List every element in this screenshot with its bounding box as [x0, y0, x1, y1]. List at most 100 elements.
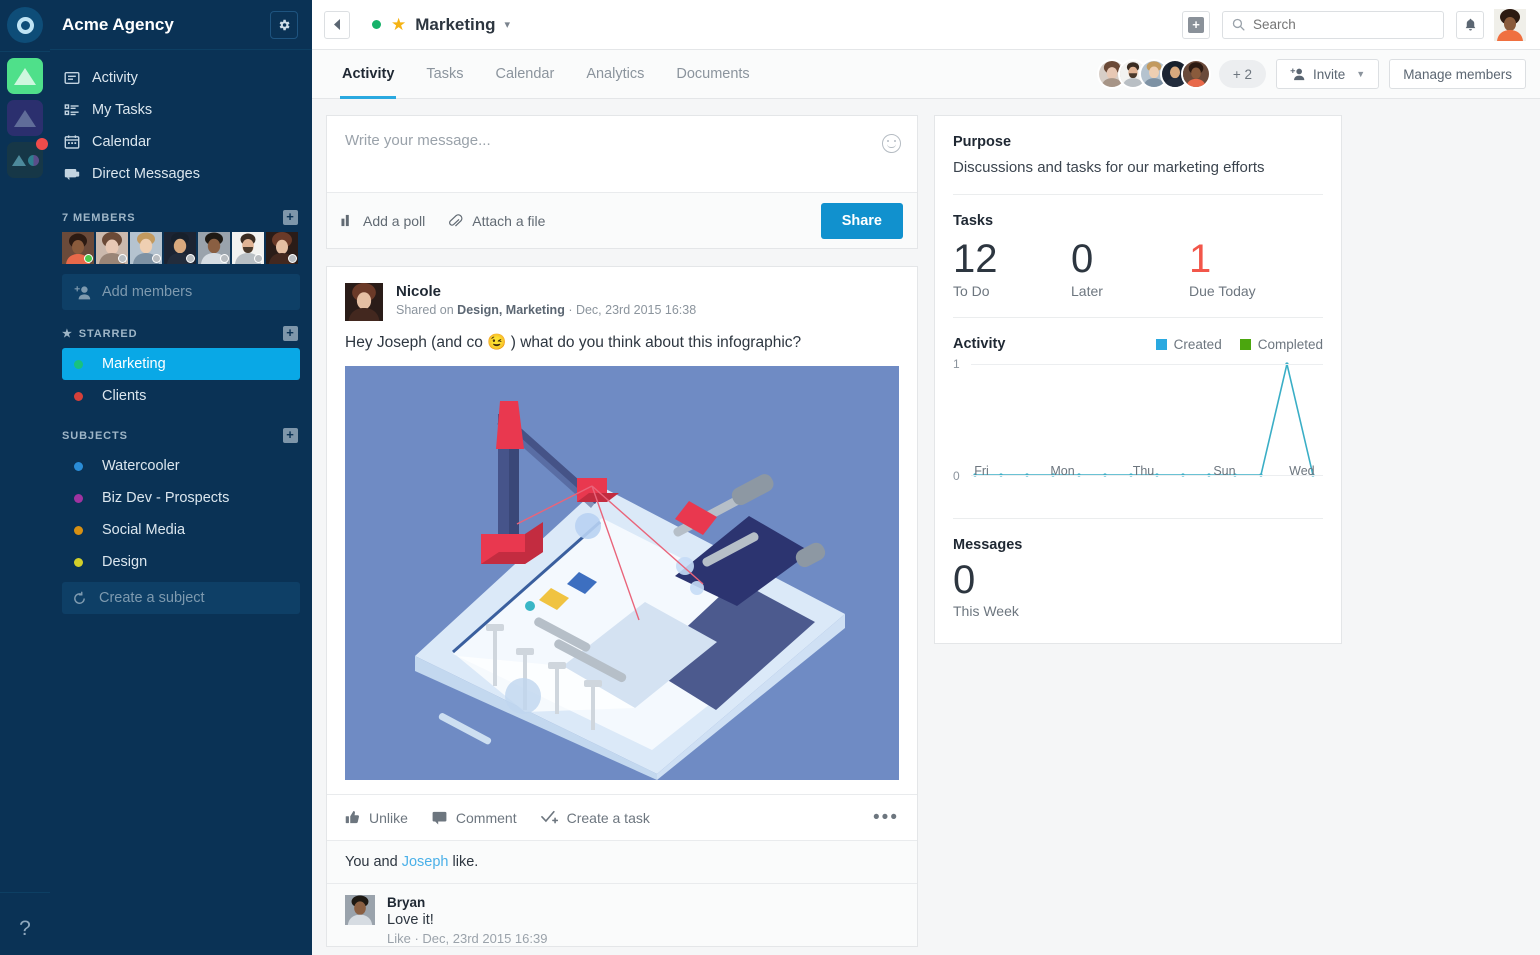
task-stat-due-today[interactable]: 1 Due Today	[1189, 237, 1307, 299]
manage-members-button[interactable]: Manage members	[1389, 59, 1526, 89]
member-overflow-chip[interactable]: + 2	[1218, 60, 1266, 88]
workspace-switcher-3[interactable]	[7, 138, 48, 178]
tasks-section: Tasks 12 To Do 0 Later 1 Due Today	[953, 195, 1323, 318]
activity-section: Activity Created Completed 1 0 Fri Mon T…	[953, 318, 1323, 519]
create-subject-button[interactable]: Create a subject	[62, 582, 300, 614]
tab-documents[interactable]: Documents	[660, 50, 765, 98]
chart-series-svg	[973, 362, 1315, 477]
x-axis-tick: Mon	[1050, 464, 1075, 478]
post-subtitle: Shared on Design, Marketing · Dec, 23rd …	[396, 303, 696, 317]
composer-input-area[interactable]: Write your message...	[327, 116, 917, 192]
sidebar-item-design[interactable]: Design	[62, 546, 300, 578]
triangle-icon	[14, 109, 36, 127]
channel-status-dot	[372, 20, 381, 29]
task-stat-todo[interactable]: 12 To Do	[953, 237, 1071, 299]
smiley-icon[interactable]	[882, 134, 901, 153]
task-stat-value: 1	[1189, 237, 1212, 281]
add-subject-plus-icon[interactable]: +	[283, 428, 298, 443]
sidebar-item-activity[interactable]: Activity	[50, 62, 312, 94]
comment-like-link[interactable]: Like	[387, 931, 411, 946]
add-poll-button[interactable]: Add a poll	[341, 213, 425, 229]
member-avatar[interactable]	[1180, 59, 1211, 89]
add-button[interactable]: +	[1182, 10, 1210, 39]
tab-calendar[interactable]: Calendar	[479, 50, 570, 98]
sidebar-item-watercooler[interactable]: Watercooler	[62, 450, 300, 482]
post-channels[interactable]: Design, Marketing	[457, 303, 565, 317]
help-icon[interactable]: ?	[19, 917, 31, 941]
sidebar-item-label: Watercooler	[102, 458, 180, 474]
comment-item: Bryan Love it! Like · Dec, 23rd 2015 16:…	[327, 883, 917, 946]
member-avatar[interactable]	[96, 232, 128, 264]
back-button[interactable]	[324, 10, 350, 39]
activity-chart[interactable]: 1 0 Fri Mon Thu Sun Wed	[953, 357, 1323, 500]
tab-activity[interactable]: Activity	[326, 50, 410, 99]
member-avatar[interactable]	[232, 232, 264, 264]
sidebar-item-clients[interactable]: Clients	[62, 380, 300, 412]
legend-created[interactable]: Created	[1155, 337, 1222, 352]
search-field[interactable]	[1253, 17, 1434, 32]
sidebar-item-social-media[interactable]: Social Media	[62, 514, 300, 546]
create-task-button[interactable]: Create a task	[540, 810, 650, 826]
add-member-plus-icon[interactable]: +	[283, 210, 298, 225]
member-avatar[interactable]	[198, 232, 230, 264]
avatar[interactable]	[345, 283, 383, 321]
ellipsis-icon[interactable]: •••	[873, 807, 899, 829]
sidebar-item-biz-dev-prospects[interactable]: Biz Dev - Prospects	[62, 482, 300, 514]
thumbs-up-icon	[345, 810, 360, 825]
legend-swatch	[1239, 338, 1251, 350]
add-starred-plus-icon[interactable]: +	[283, 326, 298, 341]
avatar[interactable]	[1494, 8, 1526, 41]
info-column: Purpose Discussions and tasks for our ma…	[934, 115, 1342, 955]
gear-icon[interactable]	[270, 10, 298, 39]
sidebar-item-label: My Tasks	[92, 102, 153, 118]
tab-analytics[interactable]: Analytics	[570, 50, 660, 98]
circle-logo-icon[interactable]	[7, 7, 43, 43]
workspace-switcher-2[interactable]	[7, 100, 43, 136]
member-avatar[interactable]	[164, 232, 196, 264]
search-input[interactable]	[1222, 10, 1444, 39]
post-text: Hey Joseph (and co 😉 ) what do you think…	[345, 334, 802, 351]
chevron-down-icon[interactable]: ▾	[505, 18, 511, 31]
sidebar-item-marketing[interactable]: Marketing	[62, 348, 300, 380]
add-members-label: Add members	[102, 284, 193, 300]
add-members-field[interactable]: Add members	[62, 274, 300, 310]
task-stat-label: Later	[1071, 283, 1103, 299]
shared-prefix: Shared on	[396, 303, 458, 317]
attach-file-label: Attach a file	[472, 212, 546, 229]
member-avatar-stack[interactable]	[1096, 59, 1211, 89]
star-icon[interactable]: ★	[391, 15, 406, 35]
attach-file-button[interactable]: Attach a file	[447, 213, 545, 229]
unlike-button[interactable]: Unlike	[345, 810, 408, 826]
x-axis-tick: Thu	[1132, 464, 1155, 478]
likes-summary: You and Joseph like.	[327, 840, 917, 883]
sidebar-item-calendar[interactable]: Calendar	[50, 126, 312, 158]
channel-color-dot	[74, 493, 83, 503]
member-avatar[interactable]	[266, 232, 298, 264]
task-stat-later[interactable]: 0 Later	[1071, 237, 1189, 299]
likes-user-link[interactable]: Joseph	[402, 854, 449, 870]
comment-button[interactable]: Comment	[432, 810, 517, 826]
legend-label: Completed	[1257, 336, 1323, 352]
post-separator: ·	[564, 303, 576, 317]
member-avatar[interactable]	[62, 232, 94, 264]
post-timestamp: Dec, 23rd 2015 16:38	[575, 303, 697, 317]
sidebar-item-my-tasks[interactable]: My Tasks	[50, 94, 312, 126]
avatar[interactable]	[345, 895, 375, 925]
post-image[interactable]	[345, 366, 899, 780]
isometric-illustration	[345, 366, 899, 780]
tab-tasks[interactable]: Tasks	[410, 50, 479, 98]
comment-author[interactable]: Bryan	[387, 895, 547, 910]
status-dot	[288, 254, 297, 263]
post-author[interactable]: Nicole	[396, 283, 696, 300]
legend-completed[interactable]: Completed	[1239, 336, 1323, 352]
topbar: ★ Marketing ▾ +	[312, 0, 1540, 50]
sidebar-item-direct-messages[interactable]: Direct Messages	[50, 158, 312, 190]
channel-color-dot	[74, 557, 83, 567]
member-avatar[interactable]	[130, 232, 162, 264]
purpose-heading: Purpose	[953, 134, 1012, 150]
bell-icon[interactable]	[1456, 10, 1484, 39]
add-person-icon	[74, 285, 91, 300]
workspace-switcher-1[interactable]	[7, 58, 43, 94]
invite-button[interactable]: Invite ▼	[1275, 59, 1380, 89]
share-button[interactable]: Share	[820, 202, 903, 239]
